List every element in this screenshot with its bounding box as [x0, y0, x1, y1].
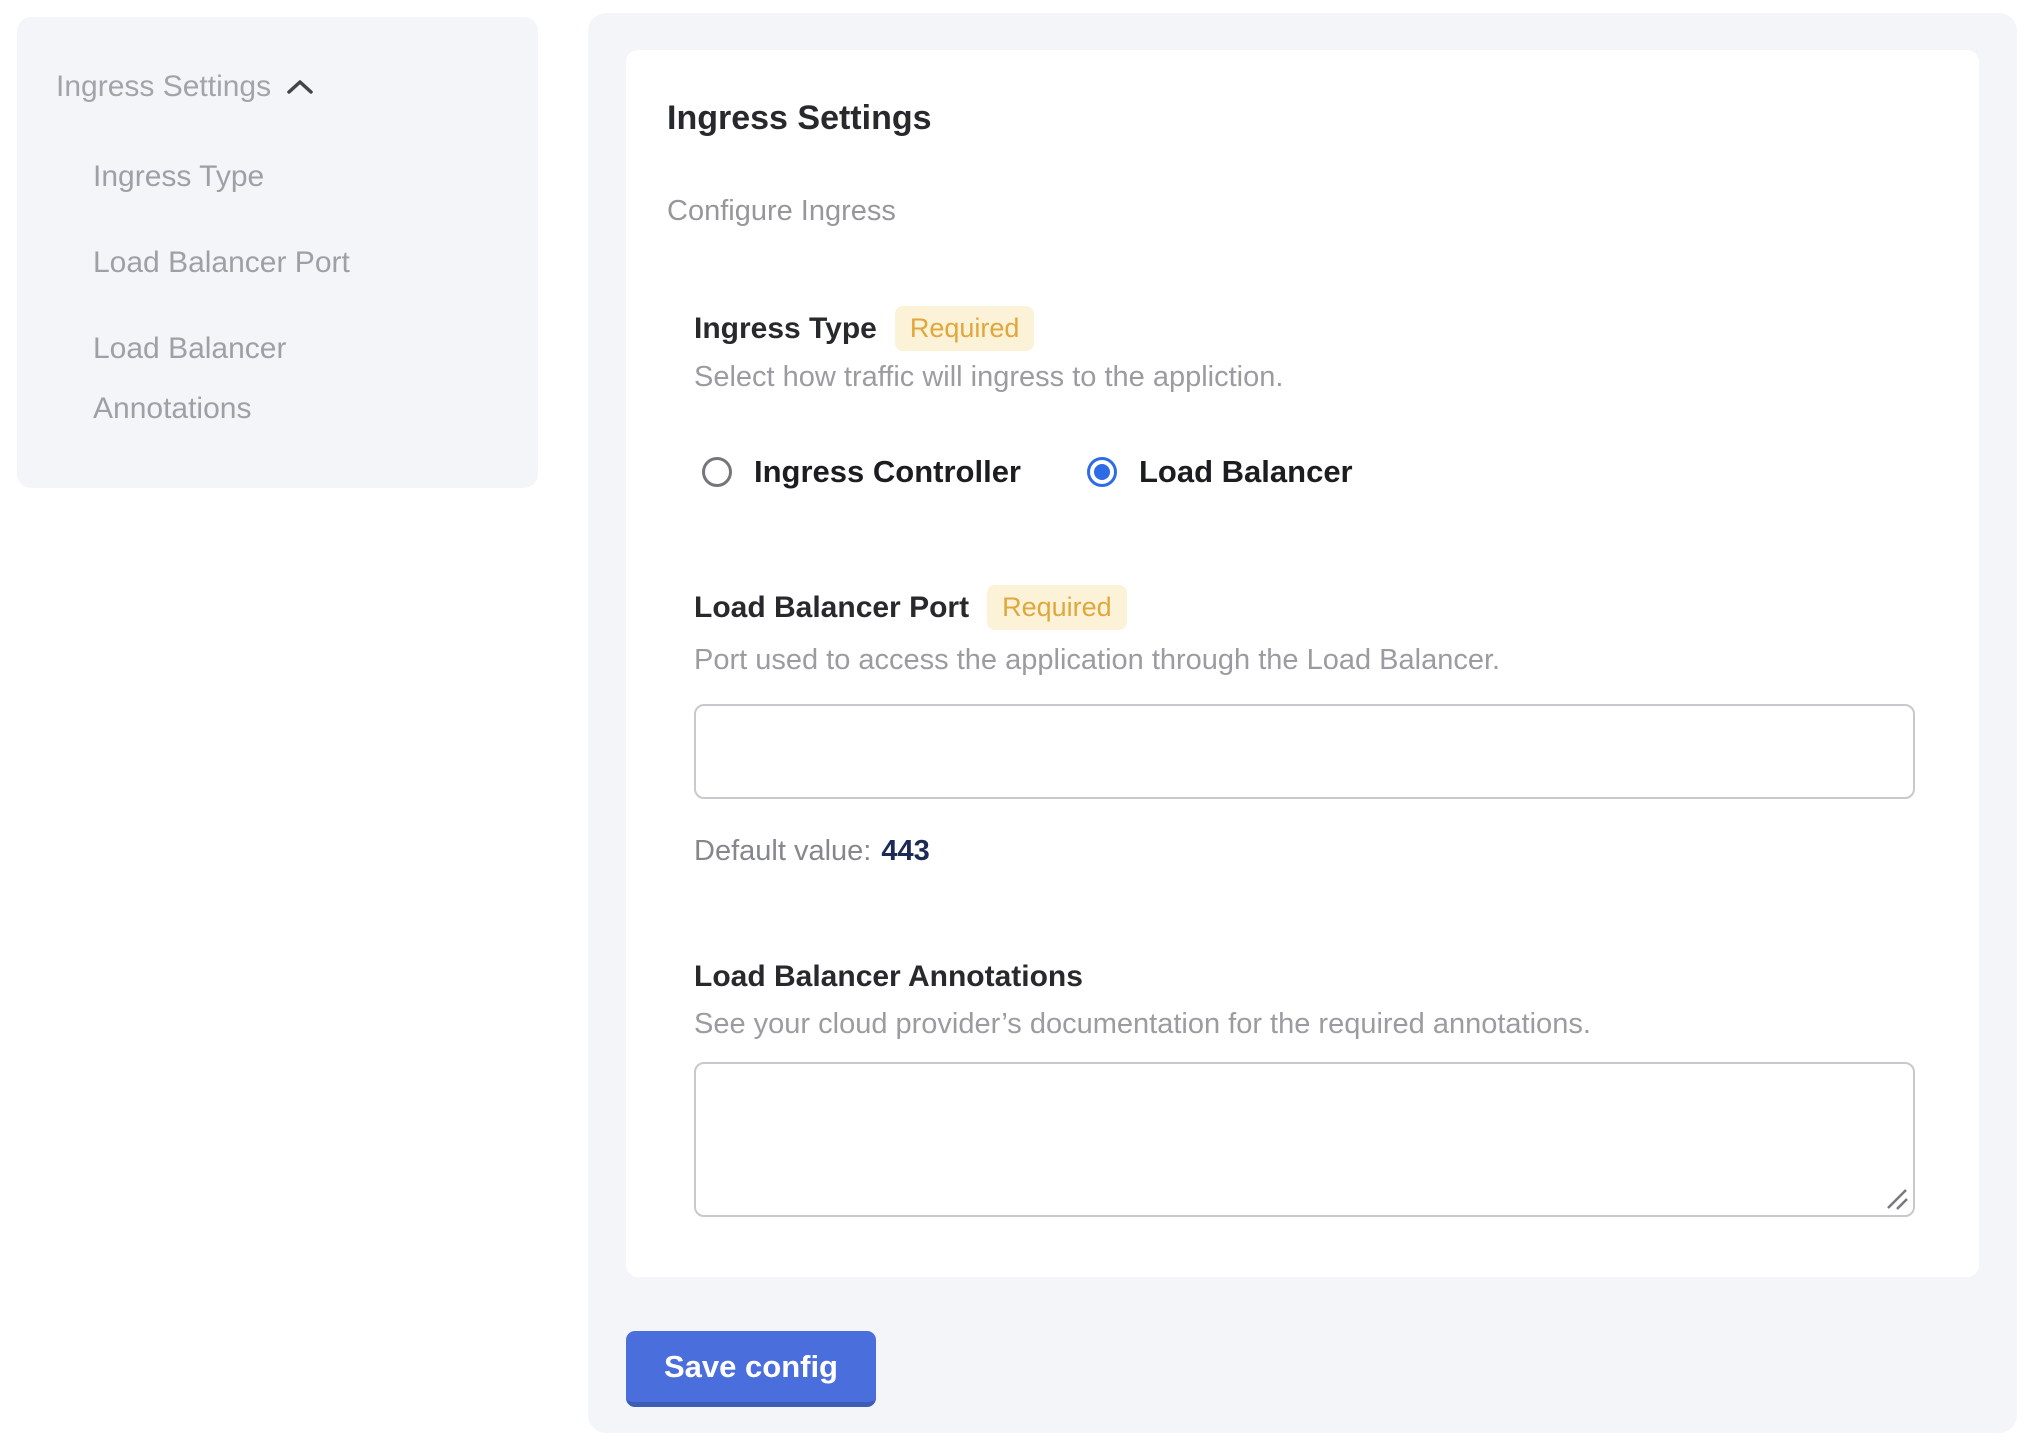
section-ingress-type: Ingress Type Required Select how traffic…: [694, 306, 1915, 495]
sidebar-group-label: Ingress Settings: [56, 65, 271, 109]
ingress-type-heading: Ingress Type: [694, 310, 877, 348]
radio-load-balancer-icon: [1087, 457, 1117, 487]
sidebar-group-ingress-settings[interactable]: Ingress Settings: [56, 65, 502, 109]
radio-option-load-balancer[interactable]: Load Balancer: [1087, 453, 1353, 491]
sidebar: Ingress Settings Ingress Type Load Balan…: [17, 17, 538, 488]
lb-port-heading: Load Balancer Port: [694, 589, 969, 627]
ingress-type-heading-row: Ingress Type Required: [694, 306, 1915, 351]
section-load-balancer-port: Load Balancer Port Required Port used to…: [694, 585, 1915, 868]
form-sections: Ingress Type Required Select how traffic…: [694, 306, 1915, 1217]
radio-ingress-controller-icon: [702, 457, 732, 487]
lb-annotations-heading: Load Balancer Annotations: [694, 958, 1083, 996]
required-badge: Required: [895, 306, 1035, 351]
lb-port-description: Port used to access the application thro…: [694, 642, 1915, 678]
radio-load-balancer-label: Load Balancer: [1139, 453, 1353, 491]
ingress-settings-card: Ingress Settings Configure Ingress Ingre…: [626, 50, 1979, 1277]
required-badge: Required: [987, 585, 1127, 630]
load-balancer-annotations-textarea[interactable]: [694, 1062, 1915, 1217]
ingress-type-radio-group: Ingress Controller Load Balancer: [702, 449, 1915, 495]
radio-option-ingress-controller[interactable]: Ingress Controller: [702, 453, 1021, 491]
ingress-type-description: Select how traffic will ingress to the a…: [694, 359, 1915, 395]
lb-annotations-textarea-wrap: [694, 1062, 1915, 1217]
sidebar-item-ingress-type[interactable]: Ingress Type: [93, 147, 423, 207]
chevron-up-icon: [285, 77, 315, 97]
main-panel: Ingress Settings Configure Ingress Ingre…: [588, 13, 2017, 1433]
default-value: 443: [881, 835, 929, 867]
sidebar-item-list: Ingress Type Load Balancer Port Load Bal…: [93, 147, 502, 439]
default-value-row: Default value: 443: [694, 834, 1915, 868]
save-config-button[interactable]: Save config: [626, 1331, 876, 1407]
sidebar-item-load-balancer-port[interactable]: Load Balancer Port: [93, 233, 423, 293]
lb-port-heading-row: Load Balancer Port Required: [694, 585, 1915, 630]
radio-ingress-controller-label: Ingress Controller: [754, 453, 1021, 491]
default-value-label: Default value:: [694, 835, 871, 867]
sidebar-item-load-balancer-annotations[interactable]: Load Balancer Annotations: [93, 319, 423, 439]
lb-annotations-heading-row: Load Balancer Annotations: [694, 958, 1915, 996]
load-balancer-port-input[interactable]: [694, 704, 1915, 799]
page-subtitle: Configure Ingress: [667, 194, 1915, 228]
page-title: Ingress Settings: [667, 98, 1915, 138]
lb-annotations-description: See your cloud provider’s documentation …: [694, 1006, 1915, 1042]
section-load-balancer-annotations: Load Balancer Annotations See your cloud…: [694, 958, 1915, 1217]
